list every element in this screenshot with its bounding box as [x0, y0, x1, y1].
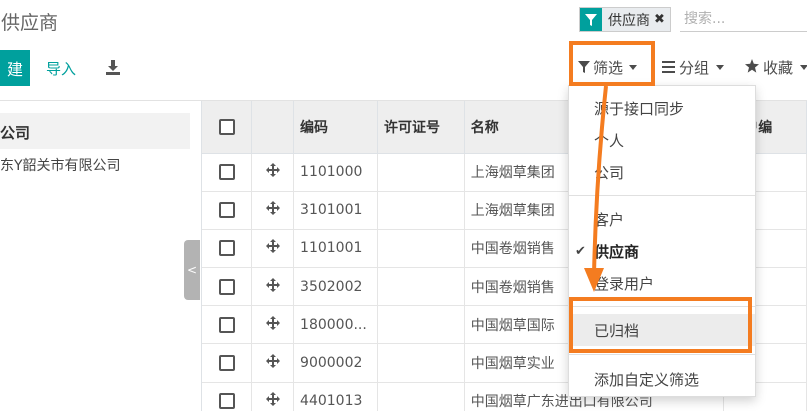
group-by-button[interactable]: 分组: [662, 57, 725, 78]
search-input[interactable]: [680, 7, 807, 32]
group-by-label: 分组: [679, 59, 710, 77]
handle-column-header: [251, 101, 295, 154]
row-checkbox-cell: [202, 267, 253, 307]
filter-icon: [580, 8, 602, 31]
row-checkbox[interactable]: [218, 164, 235, 181]
panel-collapse-handle[interactable]: <: [184, 240, 200, 300]
cell-code: 4401013: [293, 382, 378, 411]
drag-handle-icon[interactable]: [251, 382, 295, 411]
caret-down-icon: [800, 65, 807, 70]
create-button[interactable]: 建: [0, 50, 30, 86]
search-facet[interactable]: 供应商 ✖: [579, 7, 671, 32]
cell-license: [377, 305, 465, 345]
search-panel-header: 公司: [0, 113, 190, 149]
row-checkbox-cell: [202, 305, 253, 345]
drag-handle-icon[interactable]: [251, 305, 295, 345]
menu-divider: [569, 195, 755, 196]
filter-option-login-user[interactable]: 登录用户: [569, 267, 755, 299]
cell-license: [377, 382, 465, 411]
list-icon: [662, 59, 675, 77]
column-header-license[interactable]: 许可证号: [377, 101, 465, 154]
filter-option-sync[interactable]: 源于接口同步: [569, 92, 755, 124]
cell-code: 3502002: [293, 267, 378, 307]
row-checkbox[interactable]: [218, 355, 235, 372]
import-button[interactable]: 导入: [46, 58, 76, 79]
row-checkbox-cell: [202, 191, 253, 230]
favorites-label: 收藏: [763, 59, 794, 77]
filter-option-individual[interactable]: 个人: [569, 124, 755, 156]
cell-license: [377, 343, 465, 383]
cell-code: 180000...: [293, 305, 378, 345]
row-checkbox-cell: [202, 153, 253, 192]
row-checkbox-cell: [202, 343, 253, 383]
filter-option-vendor[interactable]: ✔ 供应商: [569, 235, 755, 267]
annotation-box-archived: [569, 297, 752, 353]
filter-option-label: 公司: [594, 163, 625, 182]
drag-handle-icon[interactable]: [251, 267, 295, 307]
cell-license: [377, 267, 465, 307]
row-checkbox-cell: [202, 229, 253, 269]
menu-divider: [569, 354, 755, 355]
star-icon: [745, 58, 759, 77]
cell-license: [377, 153, 465, 192]
search-panel: 公司 东Y韶关市有限公司 <: [0, 101, 200, 411]
cell-code: 3101001: [293, 191, 378, 230]
row-checkbox[interactable]: [218, 393, 235, 410]
download-icon[interactable]: [104, 58, 122, 76]
drag-handle-icon[interactable]: [251, 343, 295, 383]
favorites-button[interactable]: 收藏: [745, 57, 807, 78]
select-all-checkbox[interactable]: [218, 118, 235, 135]
cell-code: 9000002: [293, 343, 378, 383]
cell-code: 1101001: [293, 229, 378, 269]
page-title: 供应商: [1, 12, 59, 34]
drag-handle-icon[interactable]: [251, 153, 295, 192]
cell-code: 1101000: [293, 153, 378, 192]
filter-option-company[interactable]: 公司: [569, 156, 755, 188]
filter-option-label: 登录用户: [594, 274, 655, 293]
row-checkbox[interactable]: [218, 202, 235, 219]
filter-option-label: 供应商: [594, 242, 640, 261]
facet-remove-icon[interactable]: ✖: [654, 12, 670, 27]
caret-down-icon: [716, 65, 725, 70]
column-header-code[interactable]: 编码: [293, 101, 378, 154]
cell-license: [377, 229, 465, 269]
row-checkbox-cell: [202, 382, 253, 411]
facet-label: 供应商: [608, 12, 650, 29]
row-checkbox[interactable]: [218, 240, 235, 257]
cell-license: [377, 191, 465, 230]
add-custom-filter[interactable]: 添加自定义筛选: [569, 363, 755, 395]
row-checkbox[interactable]: [218, 316, 235, 333]
filter-option-label: 添加自定义筛选: [594, 370, 700, 389]
check-icon: ✔: [575, 243, 586, 259]
search-panel-item[interactable]: 东Y韶关市有限公司: [0, 155, 121, 175]
row-checkbox[interactable]: [218, 278, 235, 295]
filter-option-label: 个人: [594, 131, 625, 150]
drag-handle-icon[interactable]: [251, 191, 295, 230]
filter-option-label: 源于接口同步: [594, 99, 685, 118]
select-all-cell: [202, 101, 253, 154]
annotation-box-filter: [569, 41, 655, 86]
drag-handle-icon[interactable]: [251, 229, 295, 269]
filter-option-customer[interactable]: 客户: [569, 203, 755, 235]
filter-option-label: 客户: [594, 210, 625, 229]
